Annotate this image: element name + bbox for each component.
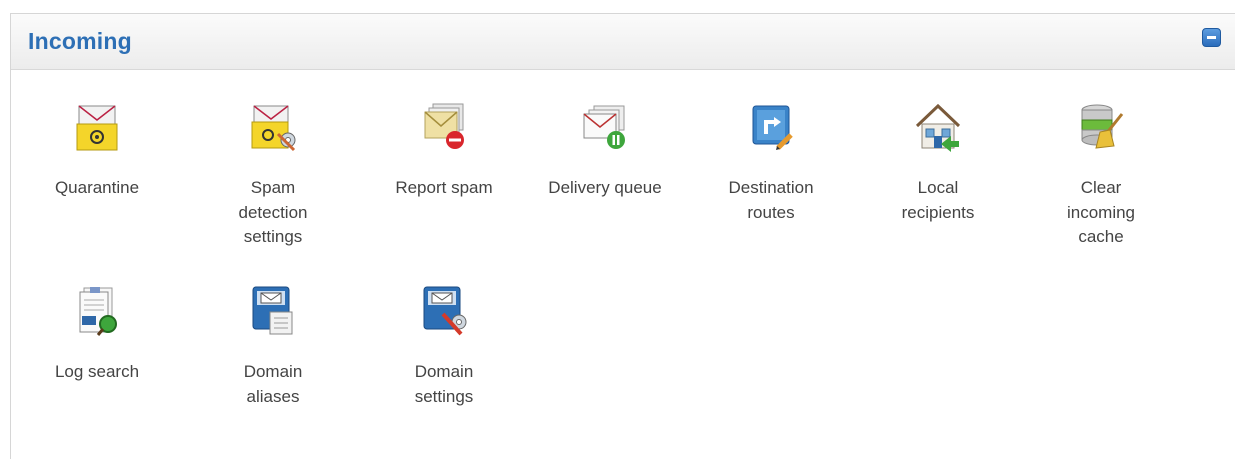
domain-settings-icon bbox=[423, 286, 467, 336]
item-label: Domain settings bbox=[414, 362, 474, 406]
item-local-recipients[interactable]: Local recipients bbox=[858, 100, 1018, 225]
item-label: Clear incoming cache bbox=[1066, 178, 1136, 246]
report-spam-icon bbox=[424, 103, 464, 149]
item-domain-settings[interactable]: Domain settings bbox=[364, 284, 524, 409]
item-label: Spam detection settings bbox=[238, 178, 308, 246]
quarantine-icon bbox=[76, 105, 118, 151]
spam-settings-icon bbox=[251, 105, 296, 152]
item-destination-routes[interactable]: Destination routes bbox=[691, 100, 851, 225]
item-log-search[interactable]: Log search bbox=[17, 284, 177, 385]
log-search-icon bbox=[79, 287, 117, 336]
destination-routes-icon bbox=[752, 105, 793, 150]
delivery-queue-icon bbox=[583, 105, 625, 149]
item-label: Report spam bbox=[395, 178, 493, 197]
item-label: Destination routes bbox=[728, 178, 814, 222]
item-label: Delivery queue bbox=[548, 178, 662, 197]
clear-cache-icon bbox=[1081, 104, 1124, 149]
incoming-panel: Incoming Quarantine Spam detection setti… bbox=[10, 13, 1235, 459]
item-quarantine[interactable]: Quarantine bbox=[17, 100, 177, 201]
item-clear-incoming-cache[interactable]: Clear incoming cache bbox=[1021, 100, 1181, 250]
local-recipients-icon bbox=[915, 103, 961, 152]
item-label: Quarantine bbox=[54, 178, 140, 197]
panel-title: Incoming bbox=[28, 28, 132, 54]
domain-aliases-icon bbox=[252, 286, 293, 335]
item-report-spam[interactable]: Report spam bbox=[364, 100, 524, 201]
item-delivery-queue[interactable]: Delivery queue bbox=[525, 100, 685, 201]
item-label: Local recipients bbox=[901, 178, 975, 222]
panel-header: Incoming bbox=[11, 14, 1235, 70]
item-spam-detection-settings[interactable]: Spam detection settings bbox=[193, 100, 353, 250]
item-label: Log search bbox=[54, 362, 140, 381]
item-domain-aliases[interactable]: Domain aliases bbox=[193, 284, 353, 409]
item-label: Domain aliases bbox=[243, 362, 303, 406]
collapse-button[interactable] bbox=[1202, 28, 1221, 47]
